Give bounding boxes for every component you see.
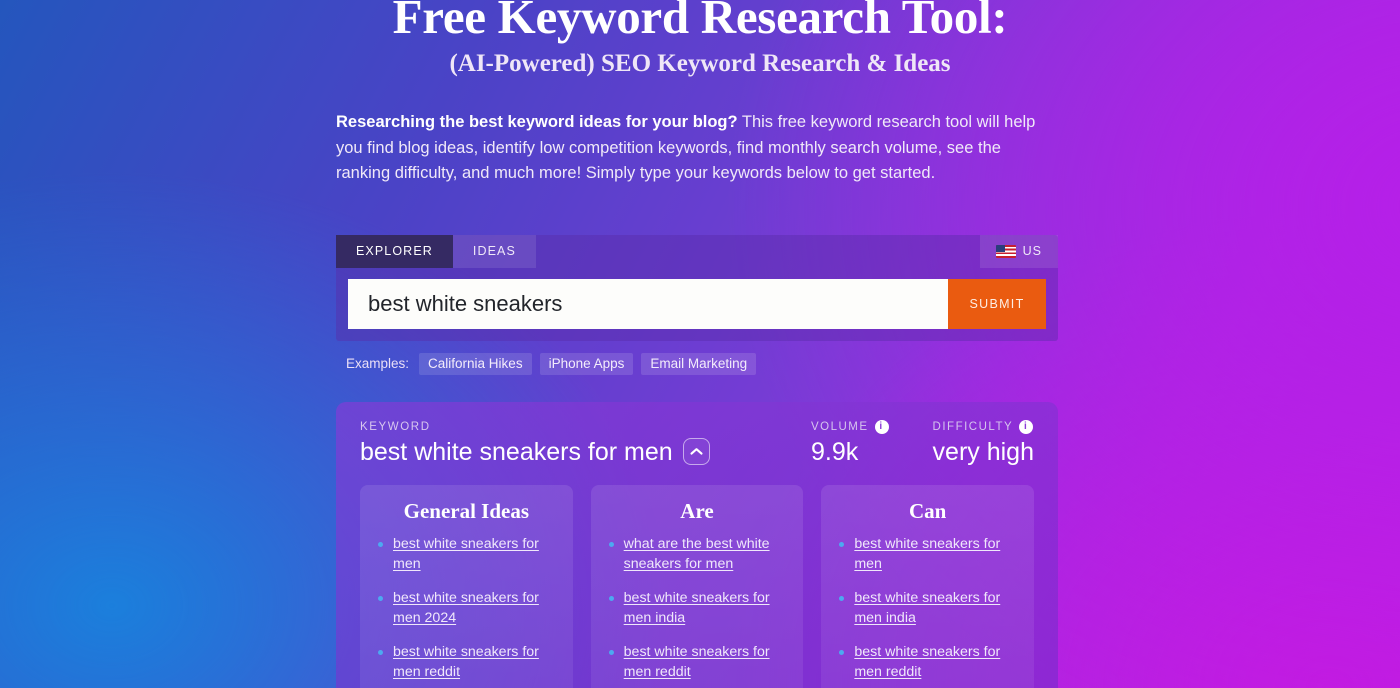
idea-columns: General Ideas best white sneakers for me… — [360, 484, 1035, 688]
volume-label-row: VOLUME i — [810, 419, 889, 434]
keyword-link[interactable]: best white sneakers for men india — [854, 590, 1000, 627]
tab-bar: EXPLORER IDEAS US — [336, 234, 1058, 268]
keyword-row: best white sneakers for men — [360, 437, 767, 467]
column-title: Are — [680, 498, 714, 523]
country-selector[interactable]: US — [979, 234, 1058, 268]
example-chip-california-hikes[interactable]: California Hikes — [419, 352, 532, 375]
keyword-link[interactable]: what are the best white sneakers for men — [624, 536, 770, 573]
search-input[interactable] — [348, 278, 948, 329]
column-are: Are what are the best white sneakers for… — [590, 484, 804, 688]
keyword-list: what are the best white sneakers for men… — [607, 534, 788, 688]
page-title: Free Keyword Research Tool: — [392, 0, 1008, 44]
column-can: Can best white sneakers for men best whi… — [821, 484, 1035, 688]
volume-value: 9.9k — [810, 437, 859, 466]
column-title: Can — [909, 498, 947, 523]
chevron-up-icon[interactable] — [682, 438, 710, 466]
metric-volume: VOLUME i 9.9k — [810, 419, 889, 467]
keyword-link[interactable]: best white sneakers for men reddit — [854, 644, 1000, 681]
list-item: best white sneakers for men reddit — [607, 642, 788, 683]
submit-button[interactable]: SUBMIT — [948, 278, 1046, 329]
content-wrapper: Free Keyword Research Tool: (AI-Powered)… — [336, 0, 1064, 688]
difficulty-label-row: DIFFICULTY i — [932, 419, 1034, 434]
volume-label: VOLUME — [810, 420, 869, 433]
list-item: best white sneakers for men 2024 — [376, 588, 557, 629]
difficulty-info-icon[interactable]: i — [1019, 419, 1034, 434]
volume-info-icon[interactable]: i — [874, 419, 889, 434]
tab-explorer[interactable]: EXPLORER — [336, 234, 453, 268]
keyword-label: KEYWORD — [360, 420, 431, 433]
list-item: best white sneakers for men india — [607, 588, 788, 629]
keyword-block: KEYWORD best white sneakers for men — [360, 421, 767, 467]
keyword-link[interactable]: best white sneakers for men india — [624, 590, 770, 627]
keyword-link[interactable]: best white sneakers for men reddit — [624, 644, 770, 681]
keyword-link[interactable]: best white sneakers for men — [854, 536, 1000, 573]
examples-row: Examples: California Hikes iPhone Apps E… — [336, 352, 1064, 375]
keyword-value: best white sneakers for men — [360, 437, 673, 466]
results-header: KEYWORD best white sneakers for men VOLU… — [360, 419, 1034, 485]
list-item: best white sneakers for men reddit — [376, 642, 557, 683]
keyword-link[interactable]: best white sneakers for men — [393, 536, 539, 573]
list-item: best white sneakers for men reddit — [837, 642, 1018, 683]
metric-difficulty: DIFFICULTY i very high — [932, 419, 1034, 467]
example-chip-iphone-apps[interactable]: iPhone Apps — [539, 352, 634, 375]
column-general-ideas: General Ideas best white sneakers for me… — [360, 484, 573, 688]
column-title: General Ideas — [403, 498, 530, 523]
difficulty-value: very high — [932, 437, 1034, 466]
list-item: what are the best white sneakers for men — [607, 534, 788, 575]
keyword-link[interactable]: best white sneakers for men reddit — [393, 644, 539, 681]
country-code: US — [1022, 244, 1042, 259]
example-chip-email-marketing[interactable]: Email Marketing — [641, 352, 757, 375]
page-description: Researching the best keyword ideas for y… — [336, 110, 1052, 187]
difficulty-label: DIFFICULTY — [932, 420, 1014, 433]
page-root: Free Keyword Research Tool: (AI-Powered)… — [0, 0, 1400, 688]
description-lead: Researching the best keyword ideas for y… — [336, 113, 738, 131]
results-card: KEYWORD best white sneakers for men VOLU… — [336, 401, 1058, 688]
list-item: best white sneakers for men india — [837, 588, 1018, 629]
search-panel: EXPLORER IDEAS US SUBMIT — [336, 234, 1058, 341]
search-row: SUBMIT — [348, 278, 1046, 329]
keyword-link[interactable]: best white sneakers for men 2024 — [393, 590, 539, 627]
tab-ideas[interactable]: IDEAS — [452, 234, 536, 268]
keyword-list: best white sneakers for men best white s… — [837, 534, 1018, 688]
list-item: best white sneakers for men — [376, 534, 557, 575]
us-flag-icon — [995, 244, 1016, 258]
examples-label: Examples: — [346, 356, 410, 372]
page-subtitle: (AI-Powered) SEO Keyword Research & Idea… — [449, 50, 951, 77]
list-item: best white sneakers for men — [837, 534, 1018, 575]
keyword-list: best white sneakers for men best white s… — [376, 534, 557, 688]
